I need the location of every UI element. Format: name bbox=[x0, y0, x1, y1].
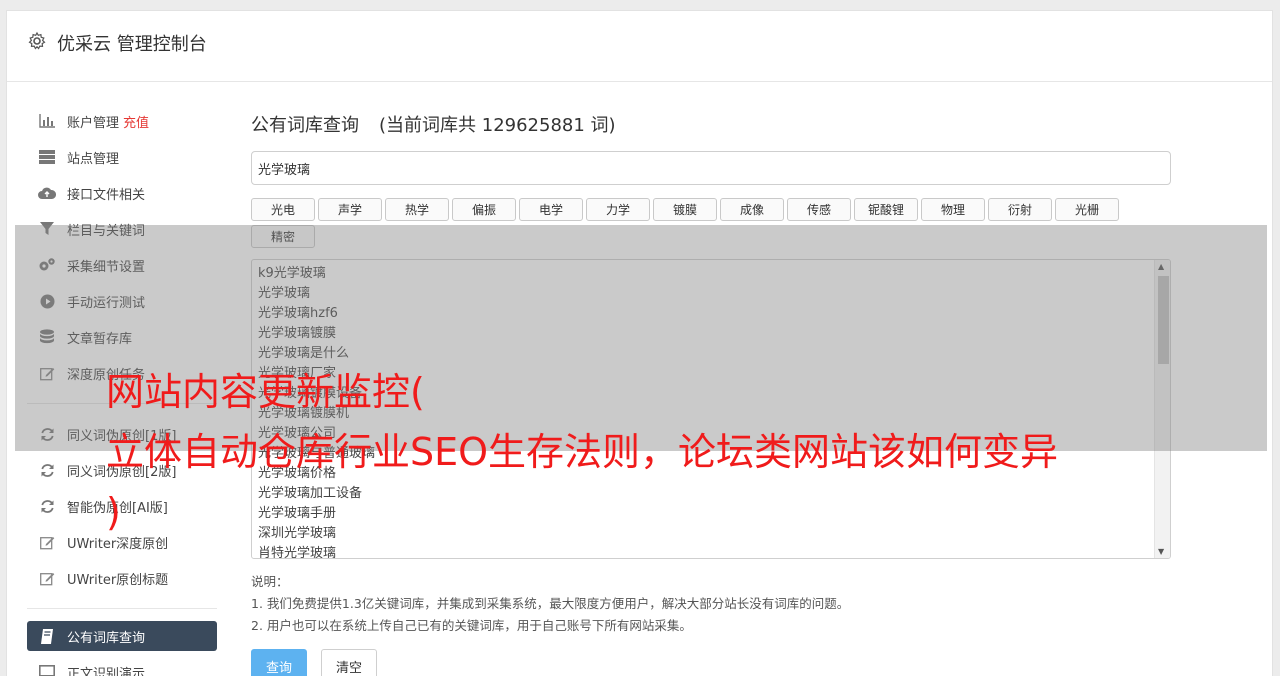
tag-button[interactable]: 热学 bbox=[385, 198, 449, 221]
sidebar-item-label: 站点管理 bbox=[67, 151, 120, 167]
refresh-icon bbox=[38, 461, 56, 479]
tag-button[interactable]: 铌酸锂 bbox=[854, 198, 918, 221]
header: 优采云 管理控制台 bbox=[7, 11, 1272, 82]
page-title-text: 公有词库查询 bbox=[251, 115, 359, 136]
sidebar-item-label: 接口文件相关 bbox=[67, 187, 146, 203]
gear-icon bbox=[28, 31, 46, 50]
tag-button[interactable]: 力学 bbox=[586, 198, 650, 221]
sidebar-item-sites[interactable]: 站点管理 bbox=[27, 139, 217, 175]
cloud-upload-icon bbox=[38, 184, 56, 202]
server-icon bbox=[38, 148, 56, 166]
monitor-icon bbox=[38, 663, 56, 676]
tag-button[interactable]: 传感 bbox=[787, 198, 851, 221]
query-button[interactable]: 查询 bbox=[251, 649, 308, 676]
tag-button[interactable]: 成像 bbox=[720, 198, 784, 221]
edit-icon bbox=[38, 533, 56, 551]
tag-button[interactable]: 光栅 bbox=[1055, 198, 1119, 221]
sidebar-divider bbox=[27, 608, 217, 609]
tag-button[interactable]: 衍射 bbox=[988, 198, 1052, 221]
sidebar-item-uwriter-title[interactable]: UWriter原创标题 bbox=[27, 560, 217, 596]
overlay-line: 立体自动仓库行业SEO生存法则，论坛类网站该如何变异 bbox=[106, 430, 1059, 474]
clear-button[interactable]: 清空 bbox=[321, 649, 378, 676]
book-icon bbox=[38, 627, 56, 645]
action-buttons: 查询 清空 bbox=[251, 649, 1171, 676]
sidebar-item-label: UWriter原创标题 bbox=[67, 572, 169, 588]
recharge-link[interactable]: 充值 bbox=[123, 112, 149, 131]
tag-button[interactable]: 光电 bbox=[251, 198, 315, 221]
sidebar-item-text-recognition[interactable]: 正文识别演示 bbox=[27, 654, 217, 676]
sidebar-item-public-lexicon[interactable]: 公有词库查询 bbox=[27, 621, 217, 651]
overlay-headline: 网站内容更新监控( 立体自动仓库行业SEO生存法则，论坛类网站该如何变异 ) bbox=[106, 362, 1206, 542]
sidebar-item-label: 正文识别演示 bbox=[67, 666, 146, 676]
overlay-line: 网站内容更新监控( bbox=[106, 370, 425, 414]
page-title: 公有词库查询 (当前词库共 129625881 词) bbox=[251, 111, 1171, 141]
sidebar-item-interface-files[interactable]: 接口文件相关 bbox=[27, 175, 217, 211]
scroll-down-icon[interactable]: ▼ bbox=[1158, 547, 1164, 556]
note-line: 1. 我们免费提供1.3亿关键词库，并集成到采集系统，最大限度方便用户，解决大部… bbox=[251, 596, 850, 611]
console-title: 优采云 管理控制台 bbox=[57, 34, 207, 55]
refresh-icon bbox=[38, 497, 56, 515]
tag-button[interactable]: 偏振 bbox=[452, 198, 516, 221]
list-item[interactable]: 肖特光学玻璃 bbox=[258, 544, 1164, 558]
notes-title: 说明： bbox=[251, 574, 289, 589]
sidebar-item-label: 账户管理 bbox=[67, 115, 120, 131]
overlay-line: ) bbox=[106, 490, 121, 534]
tag-button[interactable]: 声学 bbox=[318, 198, 382, 221]
note-line: 2. 用户也可以在系统上传自己已有的关键词库，用于自己账号下所有网站采集。 bbox=[251, 618, 692, 633]
sidebar-item-label: 公有词库查询 bbox=[67, 630, 146, 646]
tag-button[interactable]: 镀膜 bbox=[653, 198, 717, 221]
edit-icon bbox=[38, 569, 56, 587]
tag-button[interactable]: 电学 bbox=[519, 198, 583, 221]
lexicon-count: (当前词库共 129625881 词) bbox=[379, 115, 616, 136]
tag-button[interactable]: 物理 bbox=[921, 198, 985, 221]
notes: 说明： 1. 我们免费提供1.3亿关键词库，并集成到采集系统，最大限度方便用户，… bbox=[251, 571, 1171, 637]
keyword-input[interactable] bbox=[251, 151, 1171, 185]
sidebar-item-account[interactable]: 账户管理 充值 bbox=[27, 103, 217, 139]
bar-chart-icon bbox=[38, 112, 56, 130]
